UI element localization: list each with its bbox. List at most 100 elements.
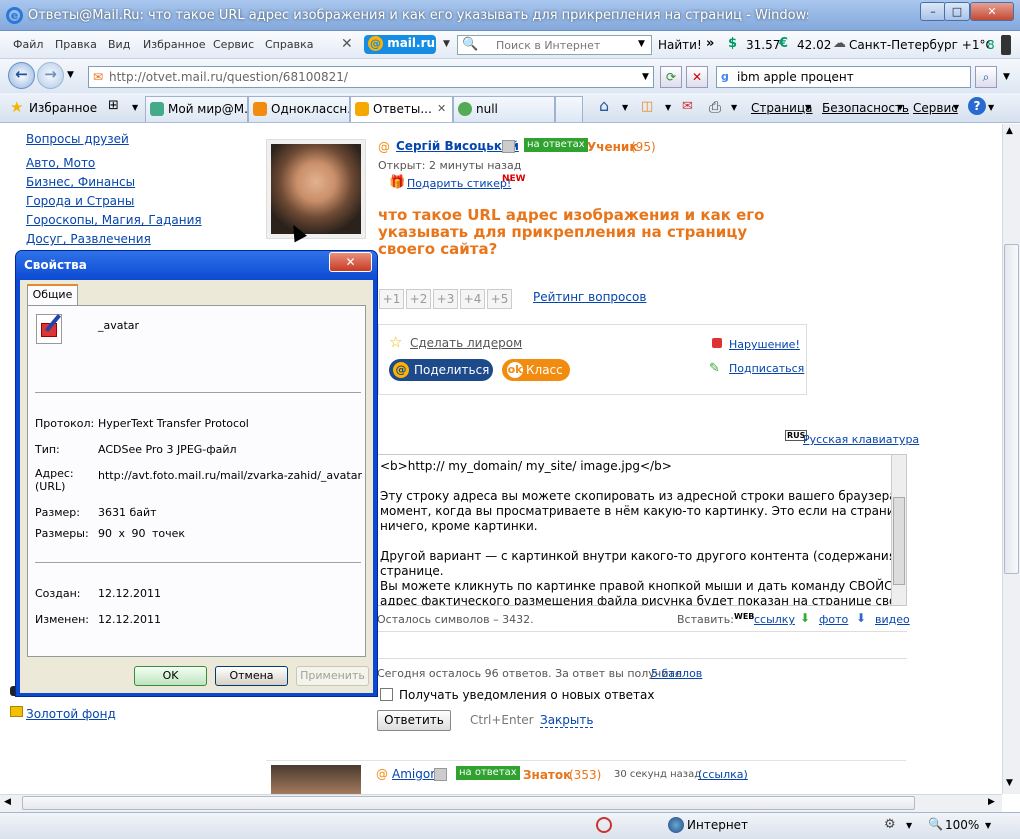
privacy-icon[interactable] xyxy=(596,817,612,833)
menu-file[interactable]: Файл xyxy=(13,38,43,51)
sidebar-link-auto[interactable]: Авто, Мото xyxy=(26,156,95,170)
zoom-icon[interactable]: 🔍 xyxy=(928,817,943,831)
insert-video-button[interactable]: видео xyxy=(875,613,910,626)
next-author-menu-icon[interactable] xyxy=(434,768,447,781)
security-dropdown-icon[interactable]: ▼ xyxy=(897,103,903,112)
refresh-icon[interactable]: ⟳ xyxy=(660,66,682,88)
page-dropdown-icon[interactable]: ▼ xyxy=(805,103,811,112)
close-tab-icon[interactable]: ✕ xyxy=(437,102,446,115)
scroll-right-icon[interactable]: ▶ xyxy=(988,797,995,807)
traffic-counter[interactable]: 8 xyxy=(987,38,995,52)
zoom-dropdown-icon[interactable]: ▼ xyxy=(985,821,991,830)
horizontal-scrollbar[interactable]: ◀ ▶ xyxy=(0,794,1002,812)
scroll-left-icon[interactable]: ◀ xyxy=(4,797,11,807)
traffic-light-icon[interactable] xyxy=(1001,35,1011,55)
protected-mode-icon[interactable]: ⚙ xyxy=(884,817,896,832)
close-toolbar-icon[interactable]: ✕ xyxy=(341,36,353,52)
insert-link-button[interactable]: ссылку xyxy=(754,613,795,626)
vertical-scrollbar[interactable]: ▲ ▼ xyxy=(1002,124,1020,794)
question-rating-link[interactable]: Рейтинг вопросов xyxy=(533,290,646,304)
close-window-button[interactable]: ✕ xyxy=(970,2,1014,21)
page-menu[interactable]: Страница xyxy=(751,101,813,115)
eur-rate[interactable]: 42.02 xyxy=(797,38,831,52)
print-dropdown-icon[interactable]: ▼ xyxy=(731,103,737,112)
minimize-button[interactable]: – xyxy=(920,2,946,21)
tab-general[interactable]: Общие xyxy=(27,284,78,306)
mailru-logo[interactable]: @ mail.ru xyxy=(364,35,436,54)
help-icon[interactable]: ? xyxy=(968,97,986,115)
tools-dropdown-icon[interactable]: ▼ xyxy=(953,103,959,112)
rate-plus3-button[interactable]: +3 xyxy=(433,289,458,309)
rate-plus4-button[interactable]: +4 xyxy=(460,289,485,309)
ok-button[interactable]: OK xyxy=(134,666,207,686)
menu-tools[interactable]: Сервис xyxy=(213,38,254,51)
tab-list-dropdown-icon[interactable]: ▼ xyxy=(132,103,138,112)
print-icon[interactable]: ⎙ xyxy=(709,98,721,116)
back-button[interactable]: ← xyxy=(8,62,35,89)
sidebar-link-cities[interactable]: Города и Страны xyxy=(26,194,134,208)
klass-button[interactable]: ok Класс xyxy=(502,359,570,381)
menu-favorites[interactable]: Избранное xyxy=(143,38,205,51)
next-answer-link[interactable]: (ссылка) xyxy=(698,768,748,781)
menu-help[interactable]: Справка xyxy=(265,38,313,51)
search-options-icon[interactable]: ▼ xyxy=(1003,72,1010,82)
tab-null[interactable]: null xyxy=(453,96,555,122)
rate-plus2-button[interactable]: +2 xyxy=(406,289,431,309)
sidebar-link-business[interactable]: Бизнес, Финансы xyxy=(26,175,135,189)
report-violation-link[interactable]: Нарушение! xyxy=(729,338,800,351)
stop-icon[interactable]: ✕ xyxy=(686,66,708,88)
apply-button[interactable]: Применить xyxy=(296,666,369,686)
help-dropdown-icon[interactable]: ▼ xyxy=(988,103,994,112)
usd-rate[interactable]: 31.57 xyxy=(746,38,780,52)
horizontal-scroll-thumb[interactable] xyxy=(22,796,915,810)
next-answer-avatar[interactable] xyxy=(271,765,361,794)
next-answer-author[interactable]: Amigor xyxy=(392,767,435,781)
address-dropdown-icon[interactable]: ▼ xyxy=(642,72,649,82)
cancel-button[interactable]: Отмена xyxy=(215,666,288,686)
zoom-level[interactable]: 100% xyxy=(945,818,979,832)
sidebar-link-horoscopes[interactable]: Гороскопы, Магия, Гадания xyxy=(26,213,202,227)
avatar[interactable] xyxy=(271,144,361,234)
more-chevron-icon[interactable]: » xyxy=(706,36,714,51)
rate-plus1-button[interactable]: +1 xyxy=(379,289,404,309)
tools-menu[interactable]: Сервис xyxy=(913,101,958,115)
scroll-down-icon[interactable]: ▼ xyxy=(1006,778,1013,788)
new-tab-button[interactable] xyxy=(555,96,583,122)
home-dropdown-icon[interactable]: ▼ xyxy=(622,103,628,112)
weather-text[interactable]: Санкт-Петербург +1°C xyxy=(849,38,994,52)
insert-photo-button[interactable]: фото xyxy=(819,613,848,626)
make-leader-link[interactable]: Сделать лидером xyxy=(410,336,522,350)
favorites-button[interactable]: Избранное xyxy=(29,101,97,115)
notify-checkbox[interactable] xyxy=(380,688,393,701)
home-icon[interactable]: ⌂ xyxy=(599,96,609,115)
sidebar-link-friends-questions[interactable]: Вопросы друзей xyxy=(26,132,129,146)
mail-icon[interactable]: ✉ xyxy=(682,99,693,114)
search-go-icon[interactable]: ⌕ xyxy=(975,66,997,88)
scroll-up-icon[interactable]: ▲ xyxy=(1006,126,1013,136)
favorites-star-icon[interactable]: ★ xyxy=(10,98,23,116)
address-input[interactable]: http://otvet.mail.ru/question/68100821/ xyxy=(88,66,654,88)
russian-keyboard-link[interactable]: Русская клавиатура xyxy=(803,433,919,446)
share-button[interactable]: @ Поделиться xyxy=(389,359,493,381)
answer-textarea[interactable]: <b>http:// my_domain/ my_site/ image.jpg… xyxy=(377,454,907,606)
maximize-button[interactable]: □ xyxy=(944,2,970,21)
textarea-scrollbar[interactable] xyxy=(891,455,906,605)
author-name[interactable]: Сергій Висоцький xyxy=(396,139,519,153)
sidebar-link-leisure[interactable]: Досуг, Развлечения xyxy=(26,232,151,246)
security-menu[interactable]: Безопасность xyxy=(822,101,909,115)
chevron-down-icon[interactable]: ▼ xyxy=(443,39,450,49)
points-link[interactable]: 5 баллов xyxy=(651,667,702,680)
vertical-scroll-thumb[interactable] xyxy=(1004,244,1019,574)
search-provider-icon[interactable]: 🔍 xyxy=(462,37,478,52)
gift-sticker-link[interactable]: Подарить стикер! xyxy=(407,177,511,190)
dialog-close-button[interactable]: ✕ xyxy=(329,252,372,272)
search-dropdown-icon[interactable]: ▼ xyxy=(638,39,645,49)
author-menu-icon[interactable] xyxy=(502,140,515,153)
feeds-icon[interactable]: ◫ xyxy=(641,99,653,114)
menu-edit[interactable]: Правка xyxy=(55,38,97,51)
tab-odnoklassniki[interactable]: Одноклассн... xyxy=(248,96,350,122)
textarea-scroll-thumb[interactable] xyxy=(893,497,905,585)
close-form-link[interactable]: Закрыть xyxy=(540,713,594,728)
tab-otvety[interactable]: Ответы... ✕ xyxy=(350,96,453,122)
rate-plus5-button[interactable]: +5 xyxy=(487,289,512,309)
